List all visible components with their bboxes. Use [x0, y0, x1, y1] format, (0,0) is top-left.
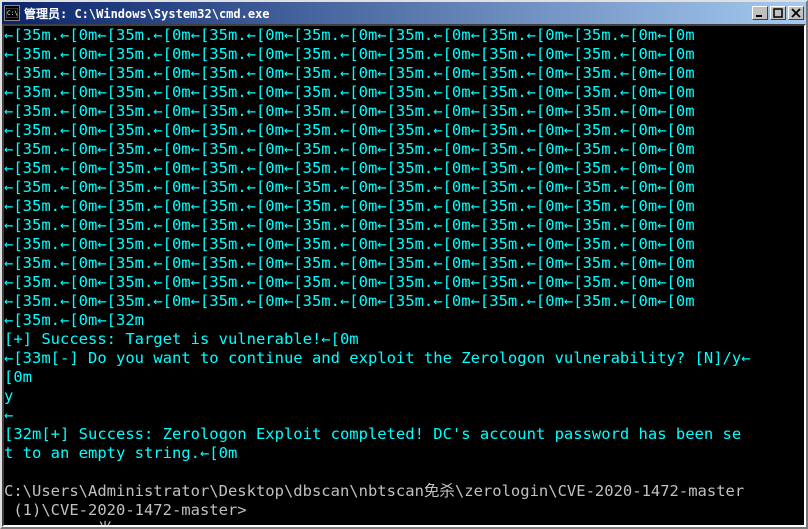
console-line: C:\Users\Administrator\Desktop\dbscan\nb… [4, 482, 751, 501]
close-button[interactable] [788, 6, 804, 20]
console-line: ←[35m.←[0m←[35m.←[0m←[35m.←[0m←[35m.←[0m… [4, 121, 751, 140]
console-line: y [4, 387, 751, 406]
window-title: 管理员: C:\Windows\System32\cmd.exe [24, 5, 752, 22]
console-line: (1)\CVE-2020-1472-master> [4, 501, 751, 520]
console-line: 半: [4, 520, 751, 527]
cmd-window: C:\ 管理员: C:\Windows\System32\cmd.exe ←[3… [0, 0, 808, 529]
console-line [4, 463, 751, 482]
console-line: t to an empty string.←[0m [4, 444, 751, 463]
console-line: [0m [4, 368, 751, 387]
titlebar[interactable]: C:\ 管理员: C:\Windows\System32\cmd.exe [2, 2, 806, 24]
maximize-button[interactable] [770, 6, 786, 20]
console-line: ←[35m.←[0m←[35m.←[0m←[35m.←[0m←[35m.←[0m… [4, 235, 751, 254]
console-line: ←[35m.←[0m←[35m.←[0m←[35m.←[0m←[35m.←[0m… [4, 64, 751, 83]
console-line: ←[35m.←[0m←[35m.←[0m←[35m.←[0m←[35m.←[0m… [4, 197, 751, 216]
cmd-icon: C:\ [4, 5, 20, 21]
console-line: ←[35m.←[0m←[35m.←[0m←[35m.←[0m←[35m.←[0m… [4, 45, 751, 64]
console-line: [+] Success: Target is vulnerable!←[0m [4, 330, 751, 349]
console-line: ←[35m.←[0m←[35m.←[0m←[35m.←[0m←[35m.←[0m… [4, 140, 751, 159]
console-line: ←[35m.←[0m←[35m.←[0m←[35m.←[0m←[35m.←[0m… [4, 273, 751, 292]
svg-text:C:\: C:\ [7, 10, 18, 17]
console-line: ←[35m.←[0m←[35m.←[0m←[35m.←[0m←[35m.←[0m… [4, 292, 751, 311]
window-controls [752, 6, 804, 20]
console-output: ←[35m.←[0m←[35m.←[0m←[35m.←[0m←[35m.←[0m… [4, 26, 751, 527]
console-line: ←[35m.←[0m←[35m.←[0m←[35m.←[0m←[35m.←[0m… [4, 178, 751, 197]
console-area[interactable]: ←[35m.←[0m←[35m.←[0m←[35m.←[0m←[35m.←[0m… [2, 24, 806, 527]
console-line: ←[35m.←[0m←[35m.←[0m←[35m.←[0m←[35m.←[0m… [4, 26, 751, 45]
console-line: [32m[+] Success: Zerologon Exploit compl… [4, 425, 751, 444]
console-line: ← [4, 406, 751, 425]
console-line: ←[35m.←[0m←[32m [4, 311, 751, 330]
console-line: ←[35m.←[0m←[35m.←[0m←[35m.←[0m←[35m.←[0m… [4, 216, 751, 235]
console-line: ←[35m.←[0m←[35m.←[0m←[35m.←[0m←[35m.←[0m… [4, 102, 751, 121]
console-line: ←[35m.←[0m←[35m.←[0m←[35m.←[0m←[35m.←[0m… [4, 159, 751, 178]
console-line: ←[35m.←[0m←[35m.←[0m←[35m.←[0m←[35m.←[0m… [4, 254, 751, 273]
console-line: ←[35m.←[0m←[35m.←[0m←[35m.←[0m←[35m.←[0m… [4, 83, 751, 102]
console-line: ←[33m[-] Do you want to continue and exp… [4, 349, 751, 368]
minimize-button[interactable] [752, 6, 768, 20]
